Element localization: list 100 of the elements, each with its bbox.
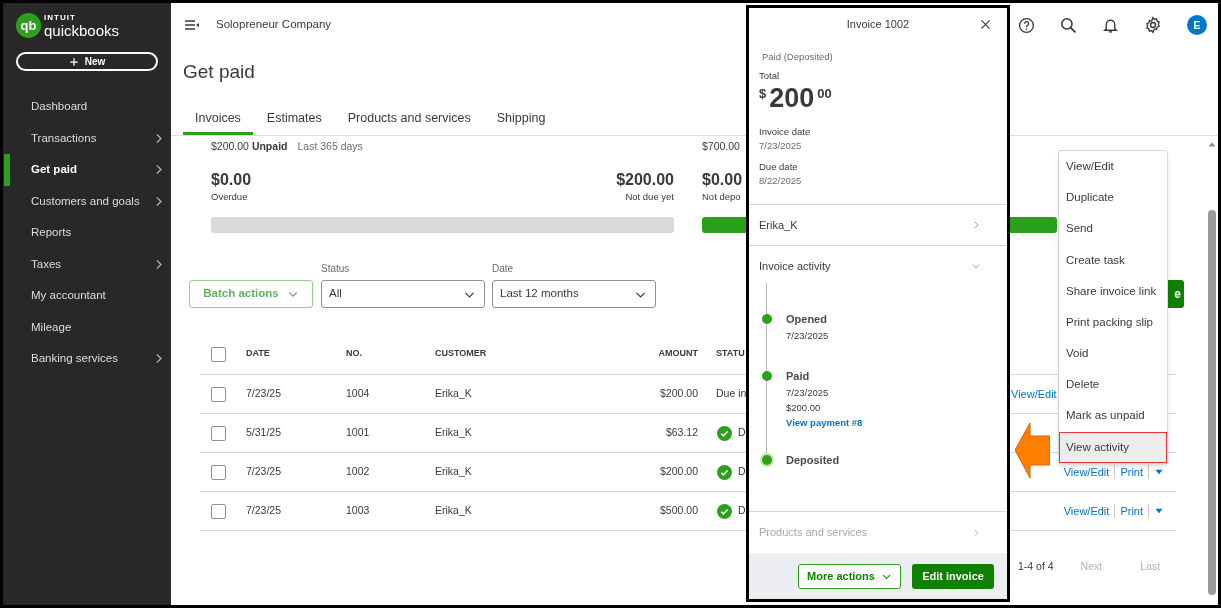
new-button[interactable]: New: [16, 52, 158, 71]
field-value: 8/22/2025: [759, 175, 803, 187]
nav-item[interactable]: Mileage: [3, 311, 171, 343]
table-cell-text: 7/23/25: [246, 386, 283, 402]
tab[interactable]: Invoices: [183, 105, 253, 135]
customer-row[interactable]: Erika_K: [749, 205, 1007, 246]
scrollbar-thumb[interactable]: [1208, 210, 1216, 595]
menu-item[interactable]: View activity: [1059, 431, 1167, 463]
field-label: Due date: [759, 161, 799, 173]
notification-icon[interactable]: [1102, 16, 1119, 34]
table-cell-text: 7/23/25: [246, 464, 283, 480]
status-text: D: [738, 425, 746, 441]
summary-amount: $0.00: [702, 170, 743, 190]
checkbox[interactable]: [211, 464, 226, 480]
caret-icon[interactable]: [1154, 467, 1164, 477]
checkbox[interactable]: [211, 425, 226, 441]
more-actions-button[interactable]: More actions: [798, 563, 901, 589]
table-cell-text: 1003: [346, 503, 371, 519]
column-header: DATE: [246, 347, 271, 361]
menu-icon[interactable]: [184, 17, 200, 33]
table-cell-text: 1004: [346, 386, 371, 402]
column-header: AMOUNT: [657, 347, 698, 361]
field-value: 7/23/2025: [759, 140, 803, 152]
event-title: Paid: [786, 369, 811, 383]
table-cell-text: $200.00: [659, 386, 698, 402]
table-cell-text: 5/31/25: [246, 425, 283, 441]
menu-item[interactable]: Create task: [1059, 244, 1167, 276]
logo-brand: INTUIT: [44, 13, 77, 22]
logo-mark: qb: [16, 13, 41, 38]
column-header: CUSTOMER: [435, 347, 488, 361]
panel-title: Invoice 1002: [846, 16, 910, 32]
menu-item[interactable]: Share invoice link: [1059, 275, 1167, 307]
page-title: Get paid: [183, 60, 255, 84]
tab[interactable]: Products and services: [335, 105, 483, 135]
action-link[interactable]: View/Edit: [1063, 502, 1110, 520]
table-cell-text: 1002: [346, 464, 371, 480]
summary-amount: $0.00: [211, 170, 252, 190]
activity-header[interactable]: Invoice activity: [749, 246, 1007, 286]
menu-item[interactable]: Void: [1059, 338, 1167, 370]
nav-item[interactable]: Reports: [3, 217, 171, 249]
caret-icon[interactable]: [1154, 506, 1164, 516]
checkbox[interactable]: [211, 346, 226, 362]
menu-item[interactable]: Duplicate: [1059, 182, 1167, 214]
status-text: Due in: [716, 386, 747, 402]
nav-item[interactable]: Taxes: [3, 248, 171, 280]
column-header: STATU: [715, 347, 746, 361]
summary-label: Not depo: [702, 190, 742, 203]
table-cell-text: 1001: [346, 425, 371, 441]
edit-invoice-button[interactable]: Edit invoice: [912, 563, 994, 589]
help-icon[interactable]: [1018, 16, 1035, 34]
summary-label: Not due yet: [625, 190, 674, 203]
field-label: Invoice date: [759, 126, 812, 138]
event-title: Deposited: [786, 453, 840, 467]
table-cell-text: Erika_K: [435, 386, 473, 402]
status-text: D: [738, 503, 746, 519]
menu-item[interactable]: View/Edit: [1059, 151, 1167, 183]
menu-item[interactable]: Print packing slip: [1059, 306, 1167, 339]
table-cell-text: 7/23/25: [246, 503, 283, 519]
nav-item[interactable]: Transactions: [3, 122, 171, 154]
event-title: Opened: [786, 312, 828, 326]
event-detail: 7/23/2025: [786, 386, 830, 400]
menu-item[interactable]: Delete: [1059, 369, 1167, 401]
nav-item[interactable]: Customers and goals: [3, 185, 171, 217]
tab[interactable]: Estimates: [254, 105, 334, 135]
chevron-right-icon: [971, 220, 981, 230]
search-icon[interactable]: [1060, 16, 1077, 34]
avatar[interactable]: E: [1187, 15, 1207, 35]
logo-product: quickbooks: [44, 22, 120, 38]
pointer-arrow: [1015, 423, 1050, 478]
tab[interactable]: Shipping: [484, 105, 558, 135]
action-link[interactable]: View/Edit: [1011, 385, 1057, 403]
nav-item[interactable]: Banking services: [3, 343, 171, 375]
summary-period: Last 365 days: [297, 140, 363, 153]
nav-item[interactable]: Dashboard: [3, 91, 171, 123]
settings-icon[interactable]: [1144, 16, 1162, 34]
nav-item[interactable]: My accountant: [3, 280, 171, 312]
scroll-up-icon[interactable]: [1207, 140, 1217, 148]
table-cell-text: Erika_K: [435, 425, 473, 441]
table-cell-text: Erika_K: [435, 464, 473, 480]
checkbox[interactable]: [211, 386, 226, 402]
dropdown[interactable]: Last 12 months: [492, 280, 656, 308]
summary-label: Overdue: [211, 190, 249, 203]
checkbox[interactable]: [211, 503, 226, 519]
action-link[interactable]: Print: [1120, 463, 1143, 481]
view-payment-link[interactable]: View payment #8: [786, 416, 863, 430]
menu-item[interactable]: Send: [1059, 213, 1167, 245]
pagination-button: Next: [1080, 559, 1103, 575]
action-link[interactable]: View/Edit: [1063, 463, 1110, 481]
summary-heading: $700.00: [702, 140, 740, 153]
company-name: Solopreneur Company: [216, 17, 332, 33]
chevron-right-icon: [971, 527, 981, 538]
dropdown[interactable]: All: [321, 280, 485, 308]
action-link[interactable]: Print: [1120, 502, 1143, 520]
summary-heading: $200.00 Unpaid: [211, 140, 288, 153]
column-header: NO.: [346, 347, 363, 361]
event-detail: 7/23/2025: [786, 329, 829, 343]
status-label: Paid (Deposited): [761, 50, 834, 63]
menu-item[interactable]: Mark as unpaid: [1059, 400, 1167, 432]
status-text: D: [738, 464, 746, 480]
close-icon[interactable]: [979, 18, 992, 31]
